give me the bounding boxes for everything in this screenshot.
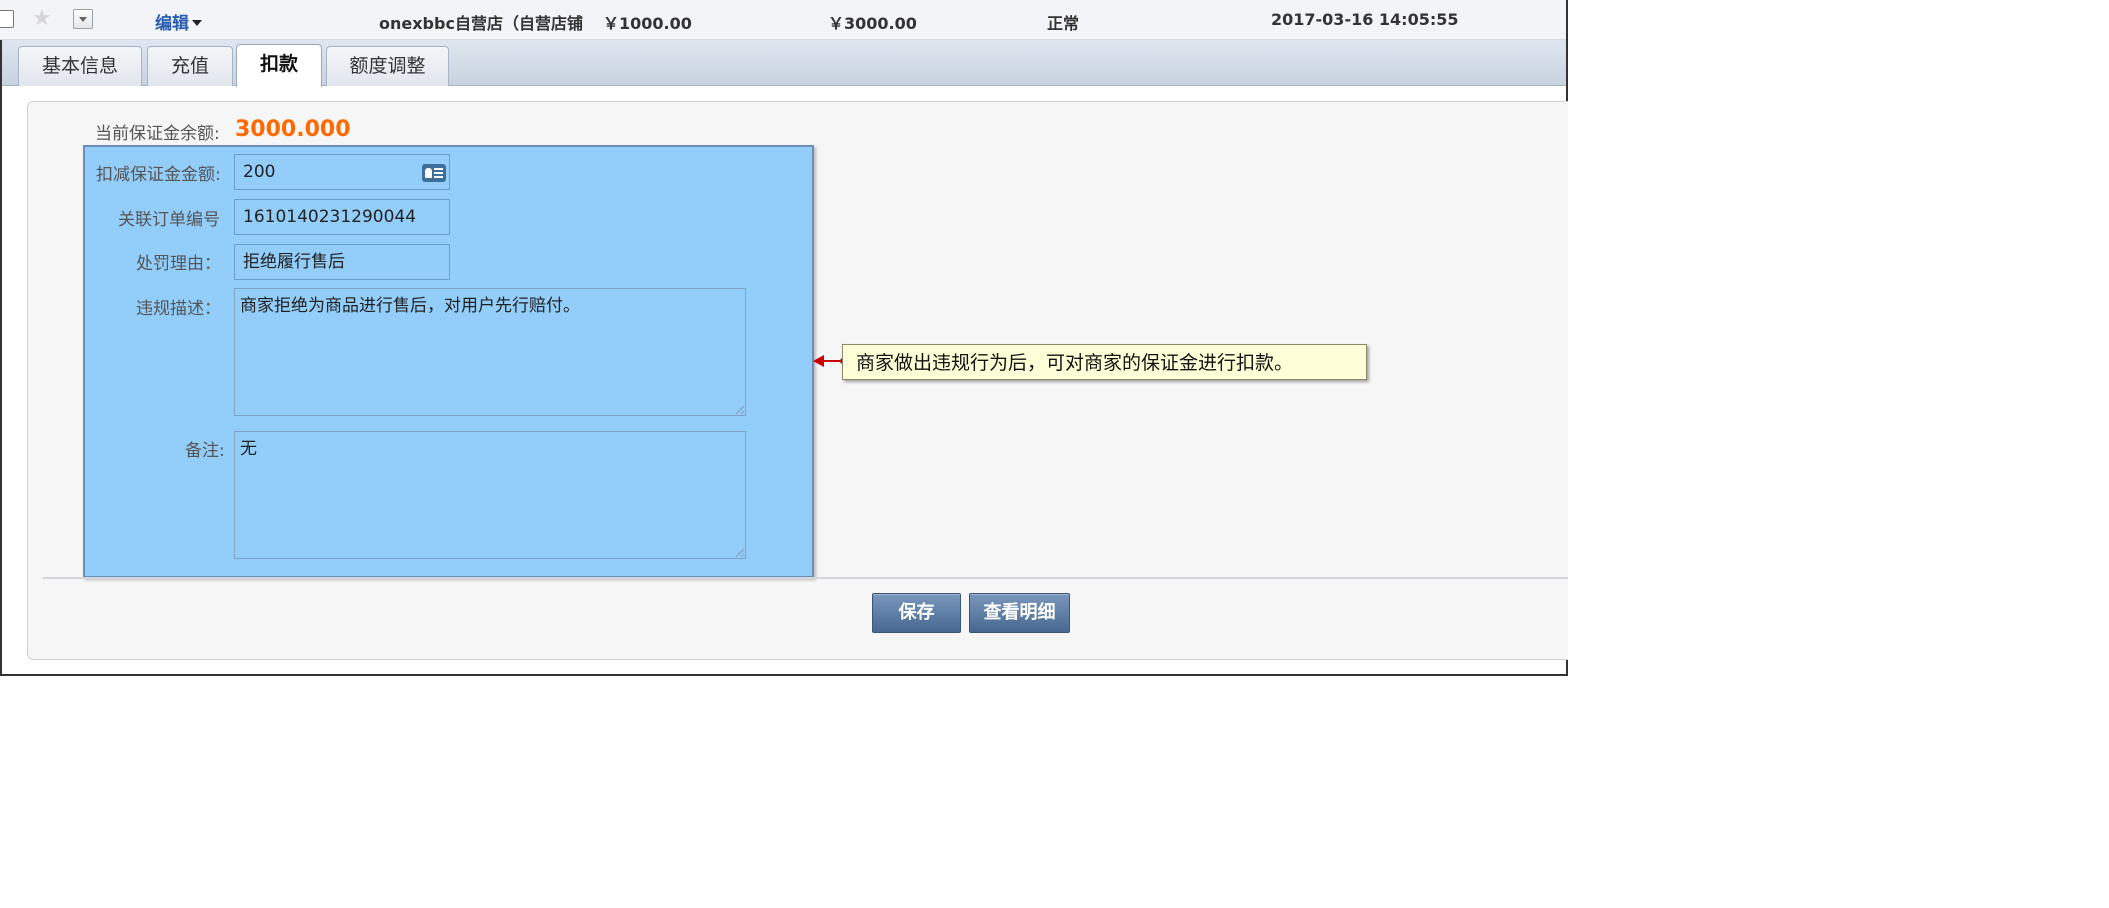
record-row: ★ 编辑 onexbbc自营店（自营店铺 ￥1000.00 ￥3000.00 正… [0,0,1566,40]
resize-grip-icon[interactable] [736,406,744,414]
edit-label[interactable]: 编辑 [155,14,189,34]
balance-label: 当前保证金余额: [95,124,220,144]
reason-input[interactable]: 拒绝履行售后 [234,244,450,280]
deduct-amount-input[interactable]: 200 [234,154,450,190]
star-icon[interactable]: ★ [32,6,52,31]
reason-value: 拒绝履行售后 [243,252,345,272]
violation-textarea[interactable]: 商家拒绝为商品进行售后，对用户先行赔付。 [234,288,746,416]
status-cell: 正常 [1047,14,1080,33]
divider [43,577,1568,579]
balance-value: 3000.000 [235,117,351,142]
caret-down-icon[interactable] [192,20,202,26]
violation-label: 违规描述： [136,299,221,319]
tab-recharge[interactable]: 充值 [147,46,233,86]
remark-label: 备注: [185,441,225,461]
dropdown-icon[interactable] [73,9,93,29]
deduct-amount-label: 扣减保证金金额: [96,165,221,185]
tab-quota-adjust[interactable]: 额度调整 [326,46,449,86]
checkbox-icon[interactable] [0,10,14,28]
tab-basic-info[interactable]: 基本信息 [18,46,142,86]
callout-note: 商家做出违规行为后，可对商家的保证金进行扣款。 [842,344,1367,380]
callout-text: 商家做出违规行为后，可对商家的保证金进行扣款。 [856,352,1294,374]
tab-bar: 基本信息 充值 扣款 额度调整 [2,40,1566,87]
order-no-input[interactable]: 1610140231290044 [234,199,450,235]
amount-b-cell: ￥3000.00 [828,14,917,33]
resize-grip-icon[interactable] [736,549,744,557]
remark-value: 无 [240,439,257,459]
amount-a-cell: ￥1000.00 [603,14,692,33]
view-details-button[interactable]: 查看明细 [969,593,1070,633]
reason-label: 处罚理由： [136,254,221,274]
remark-textarea[interactable]: 无 [234,431,746,559]
shop-name-cell: onexbbc自营店（自营店铺 [379,14,583,33]
id-card-icon[interactable] [422,164,446,182]
violation-value: 商家拒绝为商品进行售后，对用户先行赔付。 [240,296,580,316]
tab-deduct[interactable]: 扣款 [236,44,322,87]
edit-menu-link[interactable]: 编辑 [155,9,202,34]
datetime-cell: 2017-03-16 14:05:55 [1271,10,1459,29]
order-no-label: 关联订单编号 [118,210,220,230]
deduct-amount-value: 200 [243,162,276,182]
save-button[interactable]: 保存 [872,593,961,633]
order-no-value: 1610140231290044 [243,207,417,227]
